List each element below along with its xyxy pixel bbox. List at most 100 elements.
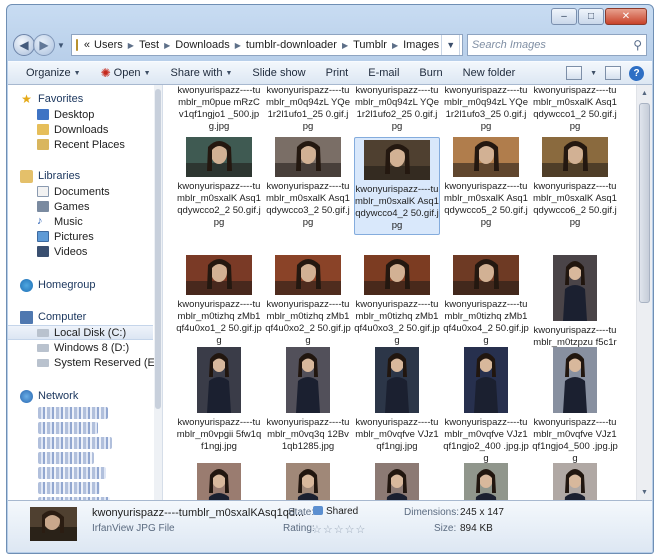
maximize-button[interactable]: □: [578, 8, 604, 25]
rating-star-icon[interactable]: ☆: [356, 524, 367, 536]
nav-item-label: Pictures: [54, 230, 94, 243]
rating-star-icon[interactable]: ☆: [312, 524, 323, 536]
network-computer-item[interactable]: [38, 467, 106, 479]
nav-item-recent-places[interactable]: Recent Places: [8, 137, 162, 152]
videos-icon: [37, 246, 49, 257]
file-tile[interactable]: kwonyurispazz----tumblr_m0tizhq zMb1qf4u…: [176, 255, 262, 347]
search-box[interactable]: Search Images ⚲: [466, 34, 647, 56]
file-tile[interactable]: kwonyurispazz----tumblr_m0vpgii 5fw1qf1n…: [176, 347, 262, 453]
vertical-scrollbar[interactable]: ▲ ▼: [636, 85, 652, 500]
address-bar[interactable]: « Users ▶ Test ▶ Downloads ▶ tumblr-down…: [70, 34, 463, 56]
share-with-button[interactable]: Share with ▼: [161, 67, 243, 79]
address-dropdown-icon[interactable]: ▼: [441, 35, 459, 55]
print-button[interactable]: Print: [316, 67, 359, 79]
file-tile[interactable]: [176, 463, 262, 500]
file-tile[interactable]: kwonyurispazz----tumblr_m0q94zL YQe1r2l1…: [354, 85, 440, 133]
file-tile[interactable]: kwonyurispazz----tumblr_m0pue mRzCv1qf1n…: [176, 85, 262, 133]
breadcrumb-images[interactable]: Images: [401, 39, 441, 51]
scrollbar-thumb[interactable]: [155, 89, 161, 409]
nav-item-desktop[interactable]: Desktop: [8, 107, 162, 122]
file-tile[interactable]: kwonyurispazz----tumblr_m0vq3q 12Bv1qb12…: [265, 347, 351, 453]
nav-item-music[interactable]: ♪ Music: [8, 214, 162, 229]
nav-group-libraries[interactable]: Libraries: [8, 168, 162, 184]
breadcrumb-tumblr[interactable]: Tumblr: [351, 39, 389, 51]
navigation-pane: ★ Favorites Desktop Downloads Recent Pla…: [8, 85, 163, 500]
close-button[interactable]: ✕: [605, 8, 647, 25]
file-tile[interactable]: kwonyurispazz----tumblr_m0sxalK Asq1qdyw…: [532, 85, 618, 133]
file-tile[interactable]: kwonyurispazz----tumblr_m0q94zL YQe1r2l1…: [265, 85, 351, 133]
rating-star-icon[interactable]: ☆: [323, 524, 334, 536]
minimize-button[interactable]: ‒: [551, 8, 577, 25]
breadcrumb-users[interactable]: Users: [92, 39, 125, 51]
file-tile[interactable]: [354, 463, 440, 500]
file-tile[interactable]: kwonyurispazz----tumblr_m0sxalK Asq1qdyw…: [176, 137, 262, 229]
nav-item-windows-8-d[interactable]: Windows 8 (D:): [8, 340, 162, 355]
chevron-right-icon[interactable]: ▶: [232, 41, 244, 50]
file-tile[interactable]: kwonyurispazz----tumblr_m0sxalK Asq1qdyw…: [443, 137, 529, 229]
file-tile[interactable]: kwonyurispazz----tumblr_m0sxalK Asq1qdyw…: [265, 137, 351, 229]
scrollbar-thumb[interactable]: [639, 103, 650, 303]
forward-button[interactable]: ▶: [33, 34, 55, 56]
file-tile[interactable]: kwonyurispazz----tumblr_m0vqfve VJz1qf1n…: [532, 347, 618, 465]
file-tile[interactable]: kwonyurispazz----tumblr_m0tizhq zMb1qf4u…: [354, 255, 440, 347]
scroll-up-icon[interactable]: ▲: [637, 85, 652, 101]
file-tile[interactable]: kwonyurispazz----tumblr_m0tizhq zMb1qf4u…: [265, 255, 351, 347]
refresh-icon[interactable]: ⟳: [459, 35, 462, 55]
chevron-right-icon[interactable]: ▶: [339, 41, 351, 50]
nav-item-videos[interactable]: Videos: [8, 244, 162, 259]
nav-item-pictures[interactable]: Pictures: [8, 229, 162, 244]
chevron-right-icon[interactable]: ▶: [125, 41, 137, 50]
file-tile[interactable]: kwonyurispazz----tumblr_m0sxalK Asq1qdyw…: [532, 137, 618, 229]
breadcrumb-downloads[interactable]: Downloads: [173, 39, 231, 51]
network-computer-item[interactable]: [38, 422, 98, 434]
recent-pages-dropdown[interactable]: ▼: [57, 41, 65, 50]
breadcrumb-test[interactable]: Test: [137, 39, 161, 51]
preview-pane-icon[interactable]: [605, 66, 621, 80]
file-tile[interactable]: kwonyurispazz----tumblr_m0q94zL YQe1r2l1…: [443, 85, 529, 133]
chevron-right-icon[interactable]: ▶: [161, 41, 173, 50]
nav-item-games[interactable]: Games: [8, 199, 162, 214]
back-button[interactable]: ◀: [13, 34, 35, 56]
nav-item-system-reserved-e[interactable]: System Reserved (E:): [8, 355, 162, 370]
file-tile[interactable]: kwonyurispazz----tumblr_m0tzpzu f5c1r3fa…: [532, 255, 618, 361]
rating-star-icon[interactable]: ☆: [345, 524, 356, 536]
search-icon[interactable]: ⚲: [633, 38, 642, 52]
nav-item-documents[interactable]: Documents: [8, 184, 162, 199]
nav-group-computer[interactable]: Computer: [8, 309, 162, 325]
open-button[interactable]: ✺ Open ▼: [91, 66, 161, 80]
network-computer-item[interactable]: [38, 407, 108, 419]
file-tile[interactable]: [265, 463, 351, 500]
help-icon[interactable]: ?: [629, 65, 644, 81]
chevron-right-icon[interactable]: ▶: [389, 41, 401, 50]
file-tile[interactable]: [443, 463, 529, 500]
breadcrumb-tumblr-downloader[interactable]: tumblr-downloader: [244, 39, 339, 51]
rating-star-icon[interactable]: ☆: [334, 524, 345, 536]
organize-button[interactable]: Organize ▼: [16, 67, 91, 79]
change-view-icon[interactable]: [566, 66, 583, 80]
search-input[interactable]: Search Images: [472, 39, 633, 51]
rating-stars[interactable]: ☆☆☆☆☆: [312, 523, 366, 536]
new-folder-button[interactable]: New folder: [453, 67, 526, 79]
nav-group-favorites[interactable]: ★ Favorites: [8, 91, 162, 107]
file-tile[interactable]: kwonyurispazz----tumblr_m0tizhq zMb1qf4u…: [443, 255, 529, 347]
network-computer-item[interactable]: [38, 452, 94, 464]
file-tile[interactable]: kwonyurispazz----tumblr_m0vqfve VJz1qf1n…: [443, 347, 529, 465]
network-computer-item[interactable]: [38, 482, 100, 494]
slide-show-button[interactable]: Slide show: [242, 67, 315, 79]
email-button[interactable]: E-mail: [358, 67, 409, 79]
burn-button[interactable]: Burn: [409, 67, 452, 79]
nav-group-network[interactable]: Network: [8, 388, 162, 404]
file-name: kwonyurispazz----tumblr_m0sxalK Asq1qdyw…: [533, 85, 617, 132]
nav-group-homegroup[interactable]: Homegroup: [8, 277, 162, 293]
nav-item-downloads[interactable]: Downloads: [8, 122, 162, 137]
view-dropdown-icon[interactable]: ▼: [590, 70, 597, 77]
scroll-down-icon[interactable]: ▼: [637, 484, 652, 500]
file-tile[interactable]: [532, 463, 618, 500]
drive-icon: [37, 343, 49, 352]
nav-item-local-disk-c[interactable]: Local Disk (C:): [8, 325, 153, 340]
file-tile[interactable]: kwonyurispazz----tumblr_m0sxalK Asq1qdyw…: [354, 137, 440, 235]
navigation-scrollbar[interactable]: [154, 85, 162, 500]
network-computer-item[interactable]: [38, 437, 112, 449]
breadcrumb-overflow[interactable]: «: [82, 39, 92, 51]
file-tile[interactable]: kwonyurispazz----tumblr_m0vqfve VJz1qf1n…: [354, 347, 440, 453]
